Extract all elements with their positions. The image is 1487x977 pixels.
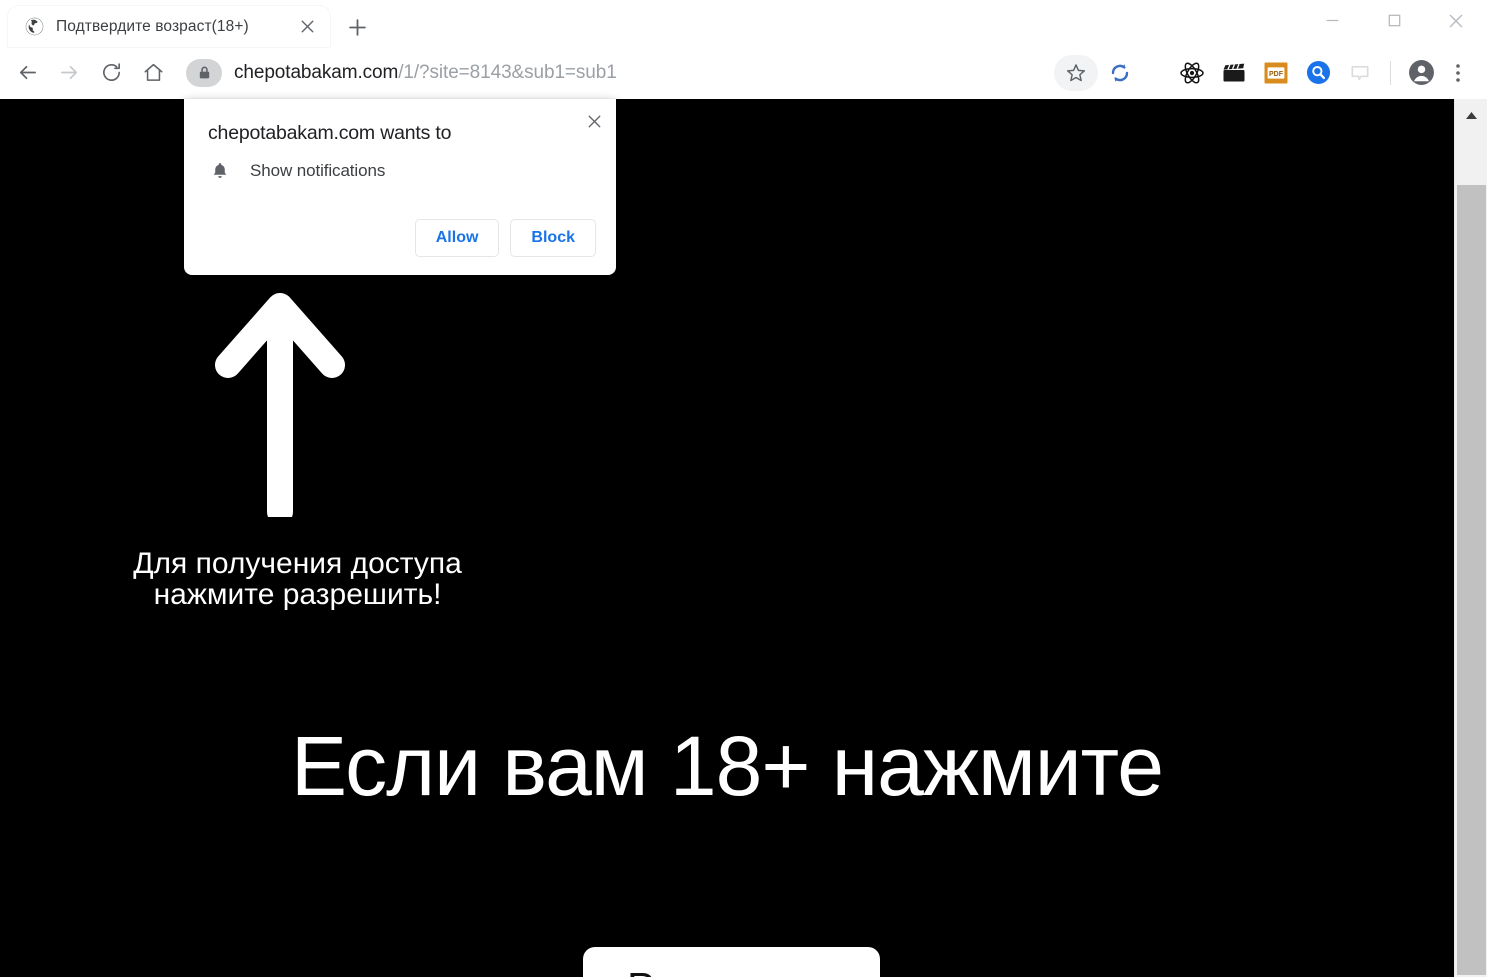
tab-strip: Подтвердите возраст(18+) — [0, 0, 1487, 47]
page-headline: Если вам 18+ нажмите — [291, 719, 1164, 813]
home-button[interactable] — [132, 52, 174, 94]
search-circle-icon[interactable] — [1298, 53, 1338, 93]
browser-tab[interactable]: Подтвердите возраст(18+) — [8, 6, 330, 47]
browser-toolbar: chepotabakam.com/1/?site=8143&sub1=sub1 — [0, 47, 1487, 99]
reload-button[interactable] — [90, 52, 132, 94]
sync-icon[interactable] — [1100, 53, 1140, 93]
window-controls — [1301, 0, 1487, 41]
tab-close-icon[interactable] — [294, 14, 320, 40]
scrollbar-thumb[interactable] — [1457, 185, 1486, 975]
instruction-line-1: Для получения доступа — [133, 547, 462, 580]
reload-icon — [102, 63, 120, 81]
allow-button[interactable]: Allow — [414, 219, 500, 257]
plus-icon — [348, 18, 366, 36]
clapperboard-icon[interactable] — [1214, 53, 1254, 93]
up-arrow-icon — [210, 287, 350, 525]
forward-button[interactable] — [48, 52, 90, 94]
address-host: chepotabakam.com — [234, 61, 399, 83]
browser-menu-button[interactable] — [1441, 53, 1475, 93]
back-button[interactable] — [6, 52, 48, 94]
instruction-line-2: нажмите разрешить! — [153, 577, 442, 611]
dialog-close-icon[interactable] — [580, 107, 608, 135]
svg-text:PDF: PDF — [1269, 70, 1284, 77]
instruction-text: Для получения доступа нажмите разрешить! — [0, 547, 595, 611]
allow-cta-button[interactable]: Разрешить — [583, 947, 880, 977]
vertical-scrollbar[interactable] — [1454, 99, 1487, 977]
close-icon — [1449, 14, 1463, 27]
pdf-icon[interactable]: PDF — [1256, 53, 1296, 93]
globe-icon — [24, 17, 44, 37]
browser-window: Подтвердите возраст(18+) chepotabakam.co… — [0, 0, 1487, 977]
dialog-actions: Allow Block — [414, 219, 596, 257]
block-button[interactable]: Block — [510, 219, 596, 257]
window-minimize-button[interactable] — [1301, 0, 1363, 41]
window-close-button[interactable] — [1425, 0, 1487, 41]
lock-icon[interactable] — [186, 58, 222, 87]
three-dots-icon — [1456, 63, 1460, 82]
avatar[interactable] — [1401, 53, 1441, 93]
new-tab-button[interactable] — [340, 10, 374, 44]
minimize-icon — [1325, 19, 1339, 22]
address-path: /1/?site=8143&sub1=sub1 — [398, 61, 617, 83]
atom-icon[interactable] — [1172, 53, 1212, 93]
speech-bubble-icon[interactable] — [1340, 53, 1380, 93]
arrow-right-icon — [60, 65, 77, 80]
home-icon — [143, 63, 163, 81]
address-bar-text: chepotabakam.com/1/?site=8143&sub1=sub1 — [234, 62, 617, 84]
notification-permission-dialog: chepotabakam.com wants to Show notificat… — [184, 99, 616, 275]
dialog-title: chepotabakam.com wants to — [208, 122, 452, 144]
address-bar[interactable]: chepotabakam.com/1/?site=8143&sub1=sub1 — [182, 54, 1048, 91]
permission-label: Show notifications — [250, 161, 386, 180]
bell-icon — [208, 159, 232, 183]
toolbar-divider — [1390, 60, 1391, 85]
maximize-icon — [1388, 14, 1400, 27]
bookmark-star-icon[interactable] — [1054, 54, 1098, 91]
scrollbar-up-arrow-icon[interactable] — [1455, 99, 1487, 132]
tab-title: Подтвердите возраст(18+) — [56, 17, 249, 35]
window-maximize-button[interactable] — [1363, 0, 1425, 41]
permission-row: Show notifications — [208, 159, 385, 183]
arrow-left-icon — [19, 65, 36, 80]
